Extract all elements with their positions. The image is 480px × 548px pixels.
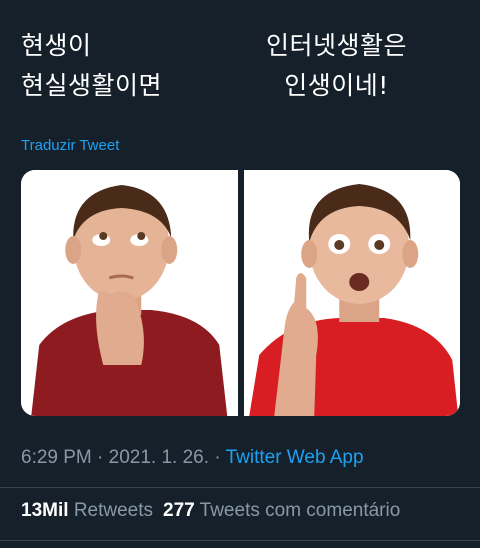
tweet-date[interactable]: 2021. 1. 26. (109, 447, 209, 468)
retweets-count: 13Mil (21, 500, 69, 521)
meta-separator: · (97, 447, 104, 468)
tweet-text-right: 인터넷생활은 인생이네! (266, 26, 407, 106)
media-image-left[interactable] (21, 170, 238, 416)
tweet-time[interactable]: 6:29 PM (21, 447, 92, 468)
thinking-boy-image (21, 170, 238, 416)
tweet-text-right-line-1: 인터넷생활은 (266, 31, 408, 60)
meta-separator: · (214, 447, 221, 468)
tweet-text-left-line-2: 현실생활이면 (21, 71, 163, 100)
quotes-count: 277 (163, 500, 195, 521)
retweets-stat[interactable]: 13Mil Retweets (21, 500, 153, 521)
tweet-media[interactable] (21, 170, 460, 416)
quote-tweets-stat[interactable]: 277 Tweets com comentário (163, 500, 400, 521)
quotes-label: Tweets com comentário (199, 500, 401, 521)
tweet-text-left: 현생이 현실생활이면 (21, 26, 162, 106)
tweet-stats: 13Mil Retweets 277 Tweets com comentário (21, 500, 400, 522)
tweet-source-link[interactable]: Twitter Web App (226, 447, 364, 468)
surprised-boy-idea-image (243, 170, 460, 416)
tweet-text-left-line-1: 현생이 (21, 31, 92, 60)
media-image-right[interactable] (243, 170, 460, 416)
translate-tweet-link[interactable]: Traduzir Tweet (21, 137, 119, 154)
tweet-meta: 6:29 PM · 2021. 1. 26. · Twitter Web App (21, 447, 364, 469)
divider (0, 540, 480, 541)
tweet-text-right-line-2: 인생이네! (284, 71, 389, 100)
retweets-label: Retweets (73, 500, 154, 521)
divider (0, 487, 480, 488)
